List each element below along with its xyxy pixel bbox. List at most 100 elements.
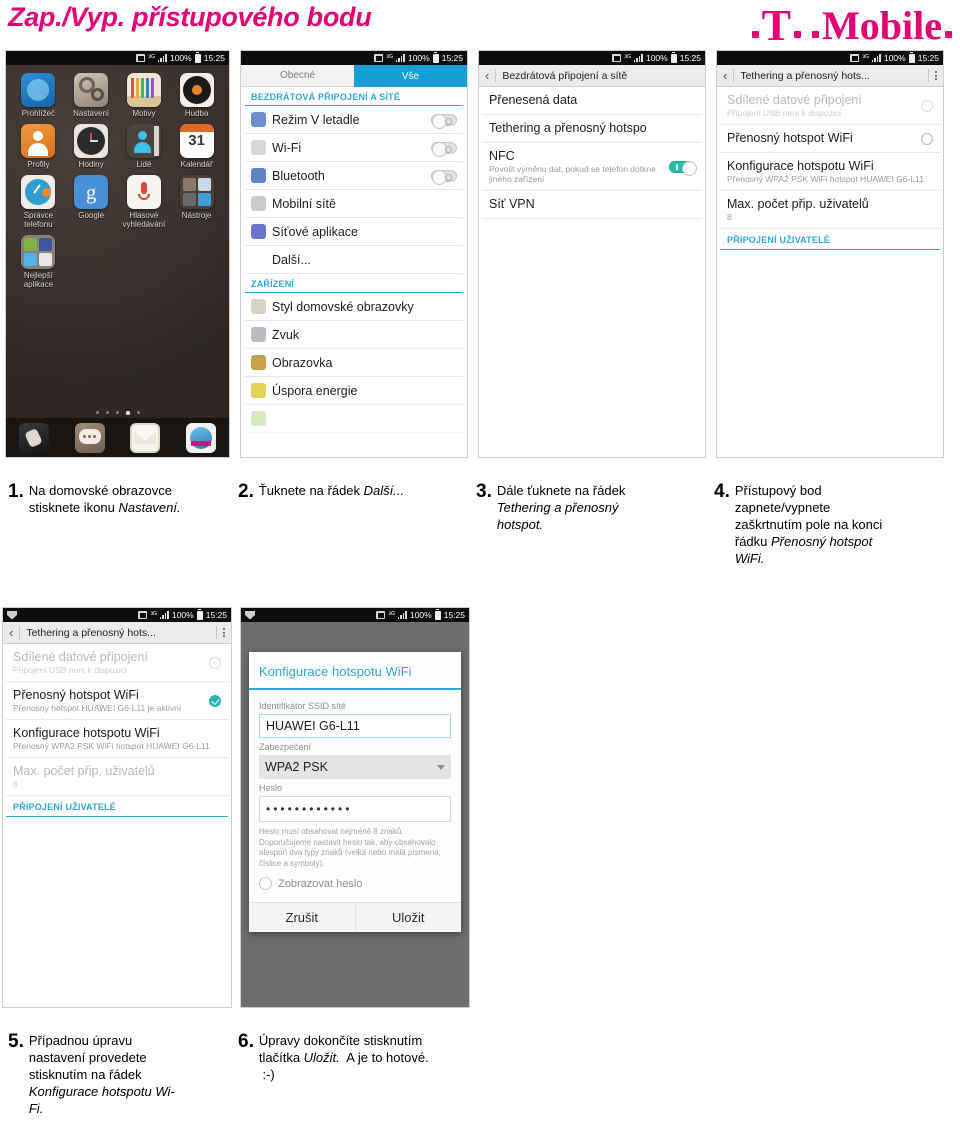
settings-row-airplane[interactable]: Režim V letadle bbox=[245, 106, 463, 134]
music-icon bbox=[179, 73, 214, 107]
battery-icon bbox=[434, 608, 441, 620]
step-text: Na domovské obrazovce stisknete ikonu Na… bbox=[28, 483, 181, 515]
email-icon[interactable] bbox=[130, 422, 161, 453]
tab-obecne[interactable]: Obecné bbox=[241, 65, 354, 87]
security-select[interactable]: WPA2 PSK bbox=[259, 755, 451, 779]
sim-icon bbox=[612, 54, 622, 62]
download-icon bbox=[245, 610, 255, 620]
nfc-toggle[interactable] bbox=[669, 160, 697, 176]
bluetooth-icon bbox=[251, 168, 266, 183]
back-icon[interactable]: ‹ bbox=[723, 69, 727, 82]
app-clock[interactable]: Hodiny bbox=[65, 124, 118, 169]
settings-row-mobile-networks[interactable]: Mobilní sítě bbox=[245, 190, 463, 218]
password-hint: Heslo musí obsahovat nejméně 8 znaků. Do… bbox=[259, 827, 441, 868]
app-google[interactable]: g Google bbox=[65, 175, 118, 229]
show-password-label: Zobrazovat heslo bbox=[278, 877, 363, 890]
page-indicator bbox=[6, 411, 229, 415]
wifi-hotspot-radio[interactable] bbox=[921, 132, 933, 145]
tools-folder-icon bbox=[179, 175, 214, 209]
row-label: Styl domovské obrazovky bbox=[272, 299, 414, 314]
signal-icon bbox=[157, 54, 167, 62]
security-value: WPA2 PSK bbox=[265, 760, 328, 774]
save-button[interactable]: Uložit bbox=[354, 903, 461, 932]
list-item-max-users: Max. počet přip. uživatelů 8 bbox=[6, 758, 228, 796]
list-item-usb-tethering: Sdílené datové připojení Připojení USB n… bbox=[720, 87, 940, 125]
tmobile-logo: T Mobile bbox=[751, 4, 952, 48]
settings-row-battery-saver[interactable]: Úspora energie bbox=[245, 377, 463, 405]
tab-vse[interactable]: Vše bbox=[354, 65, 467, 87]
settings-row-wifi[interactable]: Wi-Fi bbox=[245, 134, 463, 162]
settings-icon bbox=[74, 73, 109, 107]
item-title: Konfigurace hotspotu WiFi bbox=[727, 159, 874, 173]
app-profiles[interactable]: Profily bbox=[12, 124, 65, 169]
battery-percent: 100% bbox=[171, 610, 194, 620]
cancel-button[interactable]: Zrušit bbox=[249, 903, 355, 932]
dock bbox=[6, 417, 229, 457]
signal-icon bbox=[633, 54, 643, 62]
list-item-hotspot-config[interactable]: Konfigurace hotspotu WiFi Přenosný WPA2 … bbox=[6, 720, 228, 758]
item-subtitle: Přenosný hotspot HUAWEI G6-L11 je aktivn… bbox=[13, 703, 182, 713]
network-type-icon: ³ᴳ bbox=[862, 53, 869, 62]
show-password-checkbox[interactable] bbox=[259, 877, 272, 890]
browser-dock-icon[interactable] bbox=[186, 422, 217, 453]
phone-icon[interactable] bbox=[18, 422, 49, 453]
list-item-data-usage[interactable]: Přenesená data bbox=[482, 87, 702, 115]
row-label: Mobilní sítě bbox=[272, 196, 336, 211]
ssid-input[interactable]: HUAWEI G6-L11 bbox=[259, 714, 451, 738]
app-calendar[interactable]: 31 Kalendář bbox=[170, 124, 223, 169]
back-icon[interactable]: ‹ bbox=[485, 69, 489, 82]
back-icon[interactable]: ‹ bbox=[9, 626, 13, 639]
list-item-tethering[interactable]: Tethering a přenosný hotspo bbox=[482, 115, 702, 143]
settings-row-sound[interactable]: Zvuk bbox=[245, 321, 463, 349]
toolbar: ‹ Tethering a přenosný hots... bbox=[3, 622, 231, 644]
password-input[interactable]: •••••••••••• bbox=[259, 796, 451, 822]
app-label: Motivy bbox=[132, 109, 156, 118]
logo-dot-right bbox=[945, 31, 952, 38]
divider bbox=[19, 626, 21, 639]
show-password-row[interactable]: Zobrazovat heslo bbox=[259, 873, 451, 898]
settings-row-more[interactable]: Další... bbox=[245, 246, 463, 274]
usb-tethering-radio bbox=[209, 656, 221, 669]
dialog-body: Identifikátor SSID sítě HUAWEI G6-L11 Za… bbox=[249, 690, 461, 902]
app-browser[interactable]: Prohlížeč bbox=[12, 73, 65, 118]
item-subtitle: 8 bbox=[727, 212, 732, 222]
app-contacts[interactable]: Lidé bbox=[118, 124, 171, 169]
list-item-wifi-hotspot[interactable]: Přenosný hotspot WiFi bbox=[720, 125, 940, 153]
wifi-toggle[interactable] bbox=[431, 141, 457, 157]
screenshot-wireless: ³ᴳ 100% 15:25 ‹ Bezdrátová připojení a s… bbox=[478, 50, 706, 458]
airplane-toggle[interactable] bbox=[431, 113, 457, 129]
clock-label: 15:25 bbox=[679, 53, 701, 63]
bluetooth-toggle[interactable] bbox=[431, 169, 457, 185]
app-best-apps-folder[interactable]: Nejlepší aplikace bbox=[12, 235, 65, 289]
settings-row-network-apps[interactable]: Síťové aplikace bbox=[245, 218, 463, 246]
app-phone-manager[interactable]: Správce telefonu bbox=[12, 175, 65, 229]
list-item-hotspot-config[interactable]: Konfigurace hotspotu WiFi Přenosný WPA2 … bbox=[720, 153, 940, 191]
list-item-wifi-hotspot[interactable]: Přenosný hotspot WiFi Přenosný hotspot H… bbox=[6, 682, 228, 720]
clock-icon bbox=[74, 124, 109, 158]
row-label: Režim V letadle bbox=[272, 112, 360, 127]
step-number: 4. bbox=[714, 481, 730, 502]
step-number: 1. bbox=[8, 481, 24, 502]
app-label: Profily bbox=[27, 160, 50, 169]
app-tools-folder[interactable]: Nástroje bbox=[170, 175, 223, 229]
app-label: Hodiny bbox=[78, 160, 104, 169]
app-settings[interactable]: Nastavení bbox=[65, 73, 118, 118]
list-item-max-users[interactable]: Max. počet přip. uživatelů 8 bbox=[720, 191, 940, 229]
settings-row-home-style[interactable]: Styl domovské obrazovky bbox=[245, 293, 463, 321]
settings-row-display[interactable]: Obrazovka bbox=[245, 349, 463, 377]
item-title: Síť VPN bbox=[489, 197, 535, 211]
overflow-menu-icon[interactable] bbox=[223, 628, 225, 637]
app-themes[interactable]: Motivy bbox=[118, 73, 171, 118]
step-text: Dále ťuknete na řádek Tethering a přenos… bbox=[496, 483, 626, 532]
messages-icon[interactable] bbox=[74, 422, 105, 453]
app-music[interactable]: Hudba bbox=[170, 73, 223, 118]
item-title: Tethering a přenosný hotspo bbox=[489, 121, 647, 135]
list-item-nfc[interactable]: NFC Povolit výměnu dat, pokud se telefon… bbox=[482, 143, 702, 191]
step-number: 6. bbox=[238, 1031, 254, 1052]
overflow-menu-icon[interactable] bbox=[935, 71, 937, 80]
signal-icon bbox=[871, 54, 881, 62]
settings-row-bluetooth[interactable]: Bluetooth bbox=[245, 162, 463, 190]
list-item-vpn[interactable]: Síť VPN bbox=[482, 191, 702, 219]
wifi-hotspot-radio[interactable] bbox=[209, 694, 221, 707]
app-voice-search[interactable]: Hlasové vyhledávání bbox=[118, 175, 171, 229]
